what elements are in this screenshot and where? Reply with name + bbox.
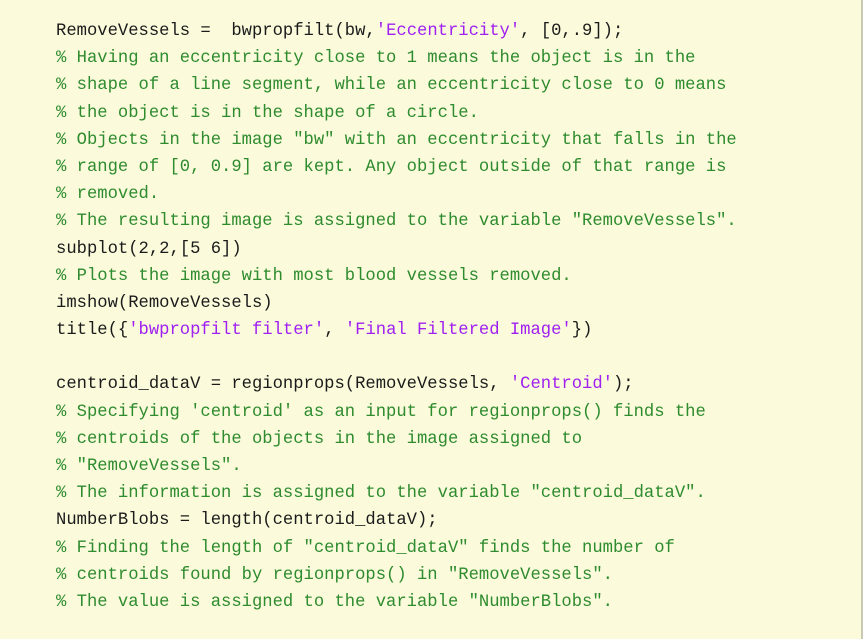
code-token-comment: % Plots the image with most blood vessel… xyxy=(56,266,572,286)
code-token-plain: RemoveVessels = bwpropfilt(bw, xyxy=(56,22,376,41)
code-line[interactable]: RemoveVessels = bwpropfilt(bw,'Eccentric… xyxy=(56,18,861,45)
code-token-plain: imshow(RemoveVessels) xyxy=(56,293,273,313)
code-token-comment: % centroids found by regionprops() in "R… xyxy=(56,565,613,585)
code-token-plain: centroid_dataV = regionprops(RemoveVesse… xyxy=(56,375,510,395)
code-line[interactable]: % "RemoveVessels". xyxy=(56,453,861,480)
code-line[interactable]: centroid_dataV = regionprops(RemoveVesse… xyxy=(56,371,861,398)
code-token-comment: % range of [0, 0.9] are kept. Any object… xyxy=(56,157,727,177)
code-token-string: 'bwpropfilt filter' xyxy=(128,321,325,341)
code-token-comment: % Objects in the image "bw" with an ecce… xyxy=(56,130,737,150)
code-token-comment: % The value is assigned to the variable … xyxy=(56,592,613,612)
code-token-plain: subplot(2,2,[5 6]) xyxy=(56,239,242,259)
code-line[interactable]: % shape of a line segment, while an ecce… xyxy=(56,72,861,99)
code-line[interactable] xyxy=(56,344,861,371)
code-line[interactable]: NumberBlobs = length(centroid_dataV); xyxy=(56,507,861,534)
code-line[interactable]: % Plots the image with most blood vessel… xyxy=(56,263,861,290)
code-line[interactable]: % centroids found by regionprops() in "R… xyxy=(56,562,861,589)
code-line[interactable]: % Specifying 'centroid' as an input for … xyxy=(56,399,861,426)
code-line[interactable]: % The value is assigned to the variable … xyxy=(56,589,861,616)
code-line[interactable]: % centroids of the objects in the image … xyxy=(56,426,861,453)
code-editor-pane[interactable]: RemoveVessels = bwpropfilt(bw,'Eccentric… xyxy=(0,0,863,639)
code-text-area[interactable]: RemoveVessels = bwpropfilt(bw,'Eccentric… xyxy=(56,18,861,616)
code-token-comment: % The information is assigned to the var… xyxy=(56,484,706,504)
code-token-plain: , xyxy=(324,321,345,341)
code-token-comment: % removed. xyxy=(56,185,160,205)
code-token-plain: title({ xyxy=(56,321,129,341)
code-token-plain: , [0,.9]); xyxy=(520,22,624,41)
code-token-plain: ); xyxy=(612,375,634,395)
code-token-comment: % Having an eccentricity close to 1 mean… xyxy=(56,49,696,69)
code-token-comment: % The resulting image is assigned to the… xyxy=(56,212,737,232)
code-line[interactable]: % The information is assigned to the var… xyxy=(56,480,861,507)
code-token-comment: % the object is in the shape of a circle… xyxy=(56,103,479,123)
code-line[interactable]: imshow(RemoveVessels) xyxy=(56,290,861,317)
code-token-comment: % shape of a line segment, while an ecce… xyxy=(56,76,727,96)
code-line[interactable]: subplot(2,2,[5 6]) xyxy=(56,236,861,263)
code-token-comment: % Specifying 'centroid' as an input for … xyxy=(56,402,706,422)
code-line[interactable]: % removed. xyxy=(56,181,861,208)
code-token-comment: % centroids of the objects in the image … xyxy=(56,429,583,449)
code-line[interactable]: % the object is in the shape of a circle… xyxy=(56,100,861,127)
code-token-comment: % Finding the length of "centroid_dataV"… xyxy=(56,538,675,558)
code-line[interactable]: title({'bwpropfilt filter', 'Final Filte… xyxy=(56,317,861,344)
code-line[interactable]: % The resulting image is assigned to the… xyxy=(56,208,861,235)
code-token-plain: }) xyxy=(571,321,593,341)
code-token-string: 'Final Filtered Image' xyxy=(344,321,572,341)
code-line[interactable]: % Objects in the image "bw" with an ecce… xyxy=(56,127,861,154)
code-line[interactable]: % range of [0, 0.9] are kept. Any object… xyxy=(56,154,861,181)
code-token-comment: % "RemoveVessels". xyxy=(56,457,242,476)
code-token-string: 'Centroid' xyxy=(509,375,613,395)
code-token-string: 'Eccentricity' xyxy=(375,22,521,41)
code-line[interactable]: % Having an eccentricity close to 1 mean… xyxy=(56,45,861,72)
code-line[interactable]: % Finding the length of "centroid_dataV"… xyxy=(56,535,861,562)
code-token-plain: NumberBlobs = length(centroid_dataV); xyxy=(56,511,438,531)
